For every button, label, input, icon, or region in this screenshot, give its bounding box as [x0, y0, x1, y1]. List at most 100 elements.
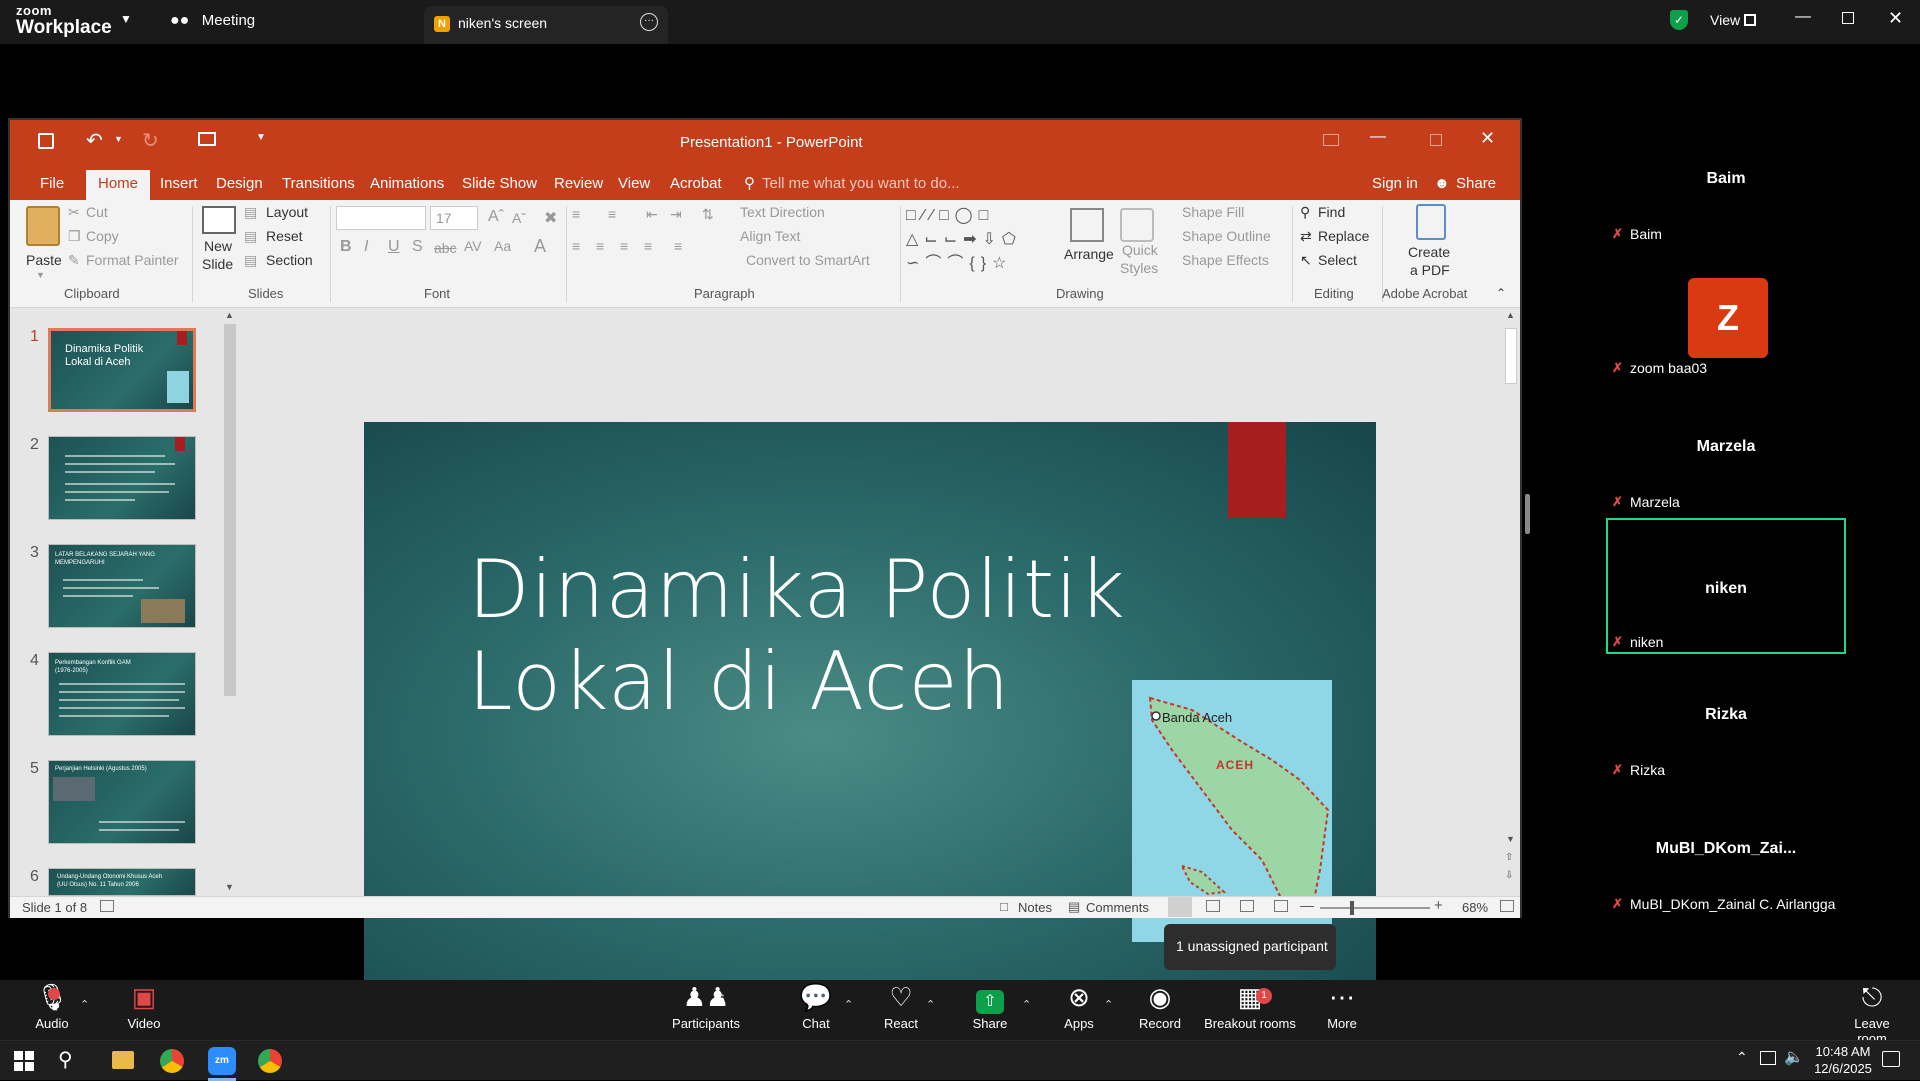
slide-thumbnail-5[interactable]: Perjanjian Helsinki (Agustus 2005) — [48, 760, 196, 844]
copy-button[interactable]: Copy — [86, 228, 119, 244]
participant-tile[interactable]: Z ✗ zoom baa03 — [1606, 278, 1846, 408]
notification-center-icon[interactable] — [1882, 1051, 1900, 1067]
ppt-share-button[interactable]: Share — [1456, 175, 1496, 192]
slide-sorter-icon[interactable] — [1206, 900, 1220, 912]
bullets-icon[interactable]: ≡ — [572, 206, 580, 222]
start-from-beginning-icon[interactable] — [198, 132, 216, 146]
layout-button[interactable]: Layout — [266, 204, 308, 220]
minimize-window-icon[interactable]: — — [1795, 8, 1811, 26]
participant-tile[interactable]: Baim ✗ Baim — [1606, 144, 1846, 274]
scroll-down-arrow-icon[interactable]: ▼ — [225, 882, 234, 892]
share-options-icon[interactable]: ··· — [640, 13, 658, 31]
bold-icon[interactable]: B — [340, 238, 352, 256]
paste-icon[interactable] — [26, 206, 60, 246]
align-center-icon[interactable]: ≡ — [596, 238, 604, 254]
file-explorer-icon[interactable] — [112, 1051, 134, 1069]
chat-options-chevron-icon[interactable]: ⌃ — [844, 998, 853, 1011]
zoom-level[interactable]: 68% — [1462, 900, 1488, 915]
cut-button[interactable]: Cut — [86, 204, 108, 220]
save-icon[interactable] — [38, 133, 54, 149]
panel-splitter[interactable] — [1525, 494, 1530, 534]
tab-view[interactable]: View — [618, 175, 650, 192]
audio-options-chevron-icon[interactable]: ⌃ — [80, 998, 89, 1011]
numbering-icon[interactable]: ≡ — [608, 206, 616, 222]
more-button[interactable]: ⋯ More — [1318, 980, 1366, 1040]
tab-transitions[interactable]: Transitions — [282, 175, 355, 192]
ribbon-display-options-icon[interactable] — [1323, 134, 1339, 146]
breakout-rooms-button[interactable]: ▦ Breakout rooms — [1202, 980, 1298, 1040]
close-window-icon[interactable]: ✕ — [1888, 8, 1903, 29]
tab-file[interactable]: File — [40, 175, 64, 192]
leave-room-button[interactable]: ⎋ Leave room — [1838, 980, 1906, 1046]
align-left-icon[interactable]: ≡ — [572, 238, 580, 254]
video-button[interactable]: ▣ Video — [116, 980, 172, 1040]
spell-check-icon[interactable] — [100, 900, 114, 912]
shapes-gallery[interactable]: □∕∕□◯□ △⌙⌙➡⇩⬠ ∽⌒⌒{}☆ — [906, 204, 1056, 276]
paste-dropdown-icon[interactable]: ▼ — [36, 270, 45, 280]
react-options-chevron-icon[interactable]: ⌃ — [926, 998, 935, 1011]
quick-styles-label-2[interactable]: Styles — [1120, 260, 1158, 276]
react-button[interactable]: ♡ React — [876, 980, 926, 1040]
search-icon[interactable]: ⚲ — [58, 1047, 73, 1072]
ppt-restore-icon[interactable] — [1430, 134, 1442, 146]
align-right-icon[interactable]: ≡ — [620, 238, 628, 254]
tab-animations[interactable]: Animations — [370, 175, 444, 192]
network-icon[interactable] — [1760, 1051, 1776, 1065]
tab-slide-show[interactable]: Slide Show — [462, 175, 537, 192]
encryption-shield-icon[interactable]: ✓ — [1670, 10, 1688, 30]
chrome-profile-icon[interactable] — [258, 1049, 282, 1073]
shrink-font-icon[interactable]: Aˇ — [512, 210, 526, 226]
ppt-close-icon[interactable]: ✕ — [1480, 128, 1495, 149]
slide-thumbnail-3[interactable]: LATAR BELAKANG SEJARAH YANG MEMPENGARUHI — [48, 544, 196, 628]
decrease-indent-icon[interactable]: ⇤ — [646, 206, 658, 223]
shape-fill-button[interactable]: Shape Fill — [1182, 204, 1244, 220]
line-spacing-icon[interactable]: ⇅ — [702, 206, 714, 223]
zoom-out-icon[interactable]: — — [1300, 897, 1314, 913]
participant-tile[interactable]: Rizka ✗ Rizka — [1606, 680, 1846, 810]
justify-icon[interactable]: ≡ — [644, 238, 652, 254]
fit-slide-icon[interactable] — [1500, 900, 1514, 912]
columns-icon[interactable]: ≡ — [674, 238, 682, 254]
active-speaker-tile[interactable]: niken ✗ niken — [1606, 518, 1846, 654]
zoom-in-icon[interactable]: + — [1434, 897, 1443, 914]
view-button[interactable]: View — [1710, 12, 1740, 28]
grow-font-icon[interactable]: Aˆ — [488, 208, 504, 226]
change-case-icon[interactable]: Aa — [494, 238, 511, 254]
participants-button[interactable]: ♟♟ Participants — [666, 980, 746, 1040]
volume-icon[interactable]: 🔈 — [1784, 1047, 1804, 1067]
character-spacing-icon[interactable]: AV — [464, 238, 482, 254]
slide-thumbnail-6[interactable]: Undang-Undang Otonomi Khusus Aceh (UU Ot… — [48, 868, 196, 896]
sign-in-button[interactable]: Sign in — [1372, 175, 1418, 192]
slide-title[interactable]: Dinamika Politik Lokal di Aceh — [468, 544, 1126, 728]
customize-qat-icon[interactable]: ▼ — [256, 132, 266, 143]
slide-scroll-up-icon[interactable]: ▲ — [1506, 310, 1515, 320]
zoom-workplace-logo[interactable]: zoom Workplace — [16, 4, 112, 38]
font-color-icon[interactable]: A — [534, 236, 546, 257]
ppt-minimize-icon[interactable]: — — [1370, 128, 1386, 146]
quick-styles-label-1[interactable]: Quick — [1122, 242, 1158, 258]
zoom-slider-thumb[interactable] — [1350, 901, 1354, 915]
tell-me-search[interactable]: Tell me what you want to do... — [762, 175, 960, 192]
zoom-app-icon[interactable]: zm — [208, 1047, 236, 1075]
slide-thumbnail-4[interactable]: Perkembangan Konflik GAM (1976-2005) — [48, 652, 196, 736]
create-pdf-label-2[interactable]: a PDF — [1410, 262, 1450, 278]
shape-outline-button[interactable]: Shape Outline — [1182, 228, 1271, 244]
record-button[interactable]: ◉ Record — [1132, 980, 1188, 1040]
reset-button[interactable]: Reset — [266, 228, 303, 244]
arrange-icon[interactable] — [1070, 208, 1104, 242]
tab-design[interactable]: Design — [216, 175, 263, 192]
slide-scroll-down-icon[interactable]: ▼ — [1506, 834, 1515, 844]
thumbs-scrollbar[interactable]: ▲ ▼ — [222, 308, 238, 896]
slide-thumbnail-1[interactable]: Dinamika Politik Lokal di Aceh — [48, 328, 196, 412]
select-button[interactable]: Select — [1318, 252, 1357, 268]
underline-icon[interactable]: U — [388, 238, 400, 256]
restore-window-icon[interactable] — [1842, 12, 1854, 24]
increase-indent-icon[interactable]: ⇥ — [670, 206, 682, 223]
apps-options-chevron-icon[interactable]: ⌃ — [1104, 998, 1113, 1011]
share-options-chevron-icon[interactable]: ⌃ — [1022, 998, 1031, 1011]
share-screen-tab[interactable]: N niken's screen ··· — [424, 6, 668, 44]
next-slide-icon[interactable]: ⇩ — [1505, 870, 1513, 881]
comments-button[interactable]: Comments — [1086, 900, 1149, 915]
tab-home[interactable]: Home — [86, 170, 151, 200]
slide-thumbnail-2[interactable] — [48, 436, 196, 520]
